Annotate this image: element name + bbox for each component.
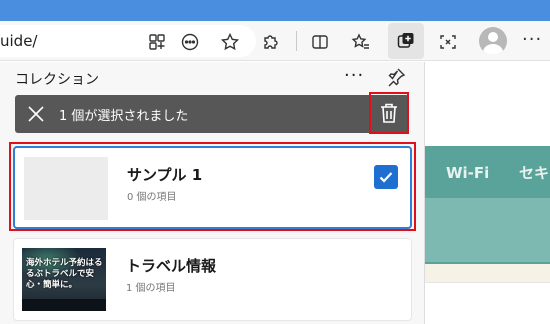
favorite-star-icon[interactable] bbox=[217, 29, 243, 55]
site-banner bbox=[425, 198, 550, 262]
panel-title: コレクション bbox=[15, 72, 99, 88]
apps-icon[interactable] bbox=[144, 29, 170, 55]
screenshot-icon[interactable] bbox=[435, 29, 461, 55]
trash-icon[interactable] bbox=[378, 101, 400, 125]
toolbar-divider bbox=[296, 31, 297, 51]
collection-item-count: 1 個の項目 bbox=[126, 283, 176, 294]
collection-thumbnail-empty bbox=[24, 157, 108, 220]
more-options-icon[interactable] bbox=[177, 29, 203, 55]
selection-count-text: 1 個が選択されました bbox=[59, 109, 189, 124]
panel-more-icon[interactable]: ··· bbox=[344, 65, 364, 86]
window-top-strip bbox=[0, 0, 550, 21]
split-screen-icon[interactable] bbox=[307, 29, 333, 55]
collection-title: トラベル情報 bbox=[126, 257, 217, 275]
site-nav-item-wifi[interactable]: Wi-Fi bbox=[446, 148, 489, 198]
settings-more-icon[interactable]: ··· bbox=[522, 29, 542, 50]
collection-thumbnail-image: 海外ホテル予約はるるぶトラベルで安心・簡単に。 bbox=[22, 248, 106, 311]
site-nav-item-security[interactable]: セキ bbox=[519, 148, 549, 198]
site-notice-strip bbox=[425, 264, 550, 282]
thumbnail-caption: 海外ホテル予約はるるぶトラベルで安心・簡単に。 bbox=[26, 258, 103, 290]
extensions-icon[interactable] bbox=[258, 29, 284, 55]
collection-card-travel[interactable]: 海外ホテル予約はるるぶトラベルで安心・簡単に。 トラベル情報 1 個の項目 bbox=[13, 238, 412, 321]
pin-icon[interactable] bbox=[385, 66, 407, 88]
collection-card-sample[interactable]: サンプル 1 0 個の項目 bbox=[13, 146, 412, 229]
site-divider bbox=[425, 282, 550, 283]
checkbox-checked-icon[interactable] bbox=[374, 165, 398, 189]
favorites-list-icon[interactable] bbox=[348, 29, 374, 55]
address-url[interactable]: uide/ bbox=[0, 32, 37, 50]
browser-toolbar: uide/ ··· bbox=[0, 21, 550, 61]
selection-bar: 1 個が選択されました bbox=[15, 95, 409, 133]
collections-icon[interactable] bbox=[388, 23, 424, 59]
site-nav: Wi-Fi セキ bbox=[425, 148, 550, 198]
background-web-page: Wi-Fi セキ bbox=[425, 62, 550, 324]
profile-avatar-icon[interactable] bbox=[479, 27, 507, 55]
collection-title: サンプル 1 bbox=[127, 166, 203, 184]
collection-item-count: 0 個の項目 bbox=[127, 192, 177, 203]
close-icon[interactable] bbox=[27, 105, 45, 123]
